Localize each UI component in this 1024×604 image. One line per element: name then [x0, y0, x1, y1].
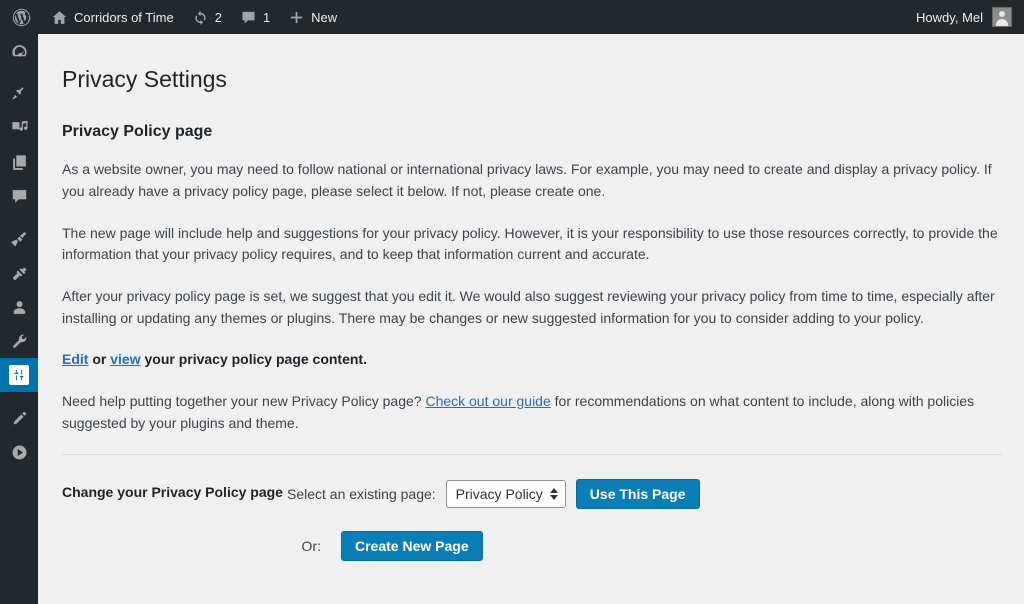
- user-icon: [10, 298, 29, 317]
- updates-menu[interactable]: 2: [183, 0, 231, 34]
- admin-sidebar-menu: [0, 34, 38, 604]
- sidebar-item-comments[interactable]: [0, 179, 38, 213]
- avatar-icon: [992, 7, 1012, 27]
- sidebar-item-posts[interactable]: [0, 77, 38, 111]
- create-new-page-row: Or: Create New Page: [62, 529, 1002, 561]
- site-name-label: Corridors of Time: [74, 10, 174, 25]
- create-new-page-button[interactable]: Create New Page: [341, 531, 483, 561]
- updates-icon: [192, 9, 209, 26]
- dashboard-gauge-icon: [10, 42, 29, 61]
- wrench-icon: [10, 332, 29, 351]
- paragraph-intro: As a website owner, you may need to foll…: [62, 159, 1002, 202]
- sidebar-item-appearance[interactable]: [0, 222, 38, 256]
- view-policy-link[interactable]: view: [110, 351, 140, 367]
- settings-sliders-icon: [9, 365, 29, 385]
- sidebar-item-player[interactable]: [0, 435, 38, 469]
- site-name-menu[interactable]: Corridors of Time: [42, 0, 183, 34]
- edit-view-tail-text: your privacy policy page content.: [141, 351, 367, 367]
- new-content-menu[interactable]: New: [279, 0, 346, 34]
- chevron-updown-icon: [550, 488, 558, 500]
- create-page-label-spacer: [62, 529, 287, 534]
- page-title: Privacy Settings: [62, 56, 1002, 99]
- sidebar-separator: [0, 68, 38, 77]
- sidebar-item-tools[interactable]: [0, 324, 38, 358]
- change-policy-page-row: Change your Privacy Policy page Select a…: [62, 477, 1002, 509]
- select-page-field: Select an existing page: Privacy Policy …: [287, 477, 700, 509]
- paragraph-review: After your privacy policy page is set, w…: [62, 286, 1002, 329]
- howdy-label: Howdy, Mel: [916, 10, 983, 25]
- guide-lead-text: Need help putting together your new Priv…: [62, 393, 425, 409]
- new-content-label: New: [311, 10, 337, 25]
- plus-icon: [288, 9, 305, 26]
- paintbrush-icon: [10, 230, 29, 249]
- my-account-menu[interactable]: Howdy, Mel: [907, 0, 1024, 34]
- comments-count: 1: [263, 10, 270, 25]
- use-this-page-button[interactable]: Use This Page: [576, 479, 700, 509]
- updates-count: 2: [215, 10, 222, 25]
- sidebar-separator: [0, 213, 38, 222]
- paragraph-new-page: The new page will include help and sugge…: [62, 223, 1002, 266]
- pin-icon: [10, 85, 29, 104]
- play-circle-icon: [10, 443, 29, 462]
- existing-page-select[interactable]: Privacy Policy: [446, 480, 566, 508]
- comments-icon: [240, 9, 257, 26]
- pencil-icon: [10, 409, 29, 428]
- media-icon: [10, 119, 29, 138]
- section-divider: [62, 454, 1002, 455]
- edit-policy-link[interactable]: Edit: [62, 351, 88, 367]
- sidebar-item-plugins[interactable]: [0, 256, 38, 290]
- sidebar-item-users[interactable]: [0, 290, 38, 324]
- edit-view-line: Edit or view your privacy policy page co…: [62, 349, 1002, 371]
- sidebar-separator: [0, 392, 38, 401]
- existing-page-selected-value: Privacy Policy: [456, 486, 543, 502]
- wordpress-logo-icon: [11, 7, 32, 28]
- content-area: Privacy Settings Privacy Policy page As …: [38, 34, 1024, 604]
- or-label: Or:: [287, 538, 321, 554]
- wordpress-logo-button[interactable]: [0, 0, 42, 34]
- change-policy-page-label: Change your Privacy Policy page: [62, 477, 287, 503]
- check-out-our-guide-link[interactable]: Check out our guide: [425, 393, 550, 409]
- section-title: Privacy Policy page: [62, 121, 1002, 143]
- plug-icon: [10, 264, 29, 283]
- sidebar-item-editor[interactable]: [0, 401, 38, 435]
- edit-view-or-text: or: [88, 351, 110, 367]
- sidebar-item-settings[interactable]: [0, 358, 38, 392]
- sidebar-item-media[interactable]: [0, 111, 38, 145]
- guide-line: Need help putting together your new Priv…: [62, 391, 1002, 434]
- admin-bar: Corridors of Time 2 1 New Howdy, Mel: [0, 0, 1024, 34]
- select-existing-page-caption: Select an existing page:: [287, 486, 436, 502]
- pages-icon: [10, 153, 29, 172]
- sidebar-item-dashboard[interactable]: [0, 34, 38, 68]
- create-page-field: Or: Create New Page: [287, 529, 483, 561]
- home-icon: [51, 9, 68, 26]
- comment-bubble-icon: [10, 187, 29, 206]
- sidebar-item-pages[interactable]: [0, 145, 38, 179]
- comments-menu[interactable]: 1: [231, 0, 279, 34]
